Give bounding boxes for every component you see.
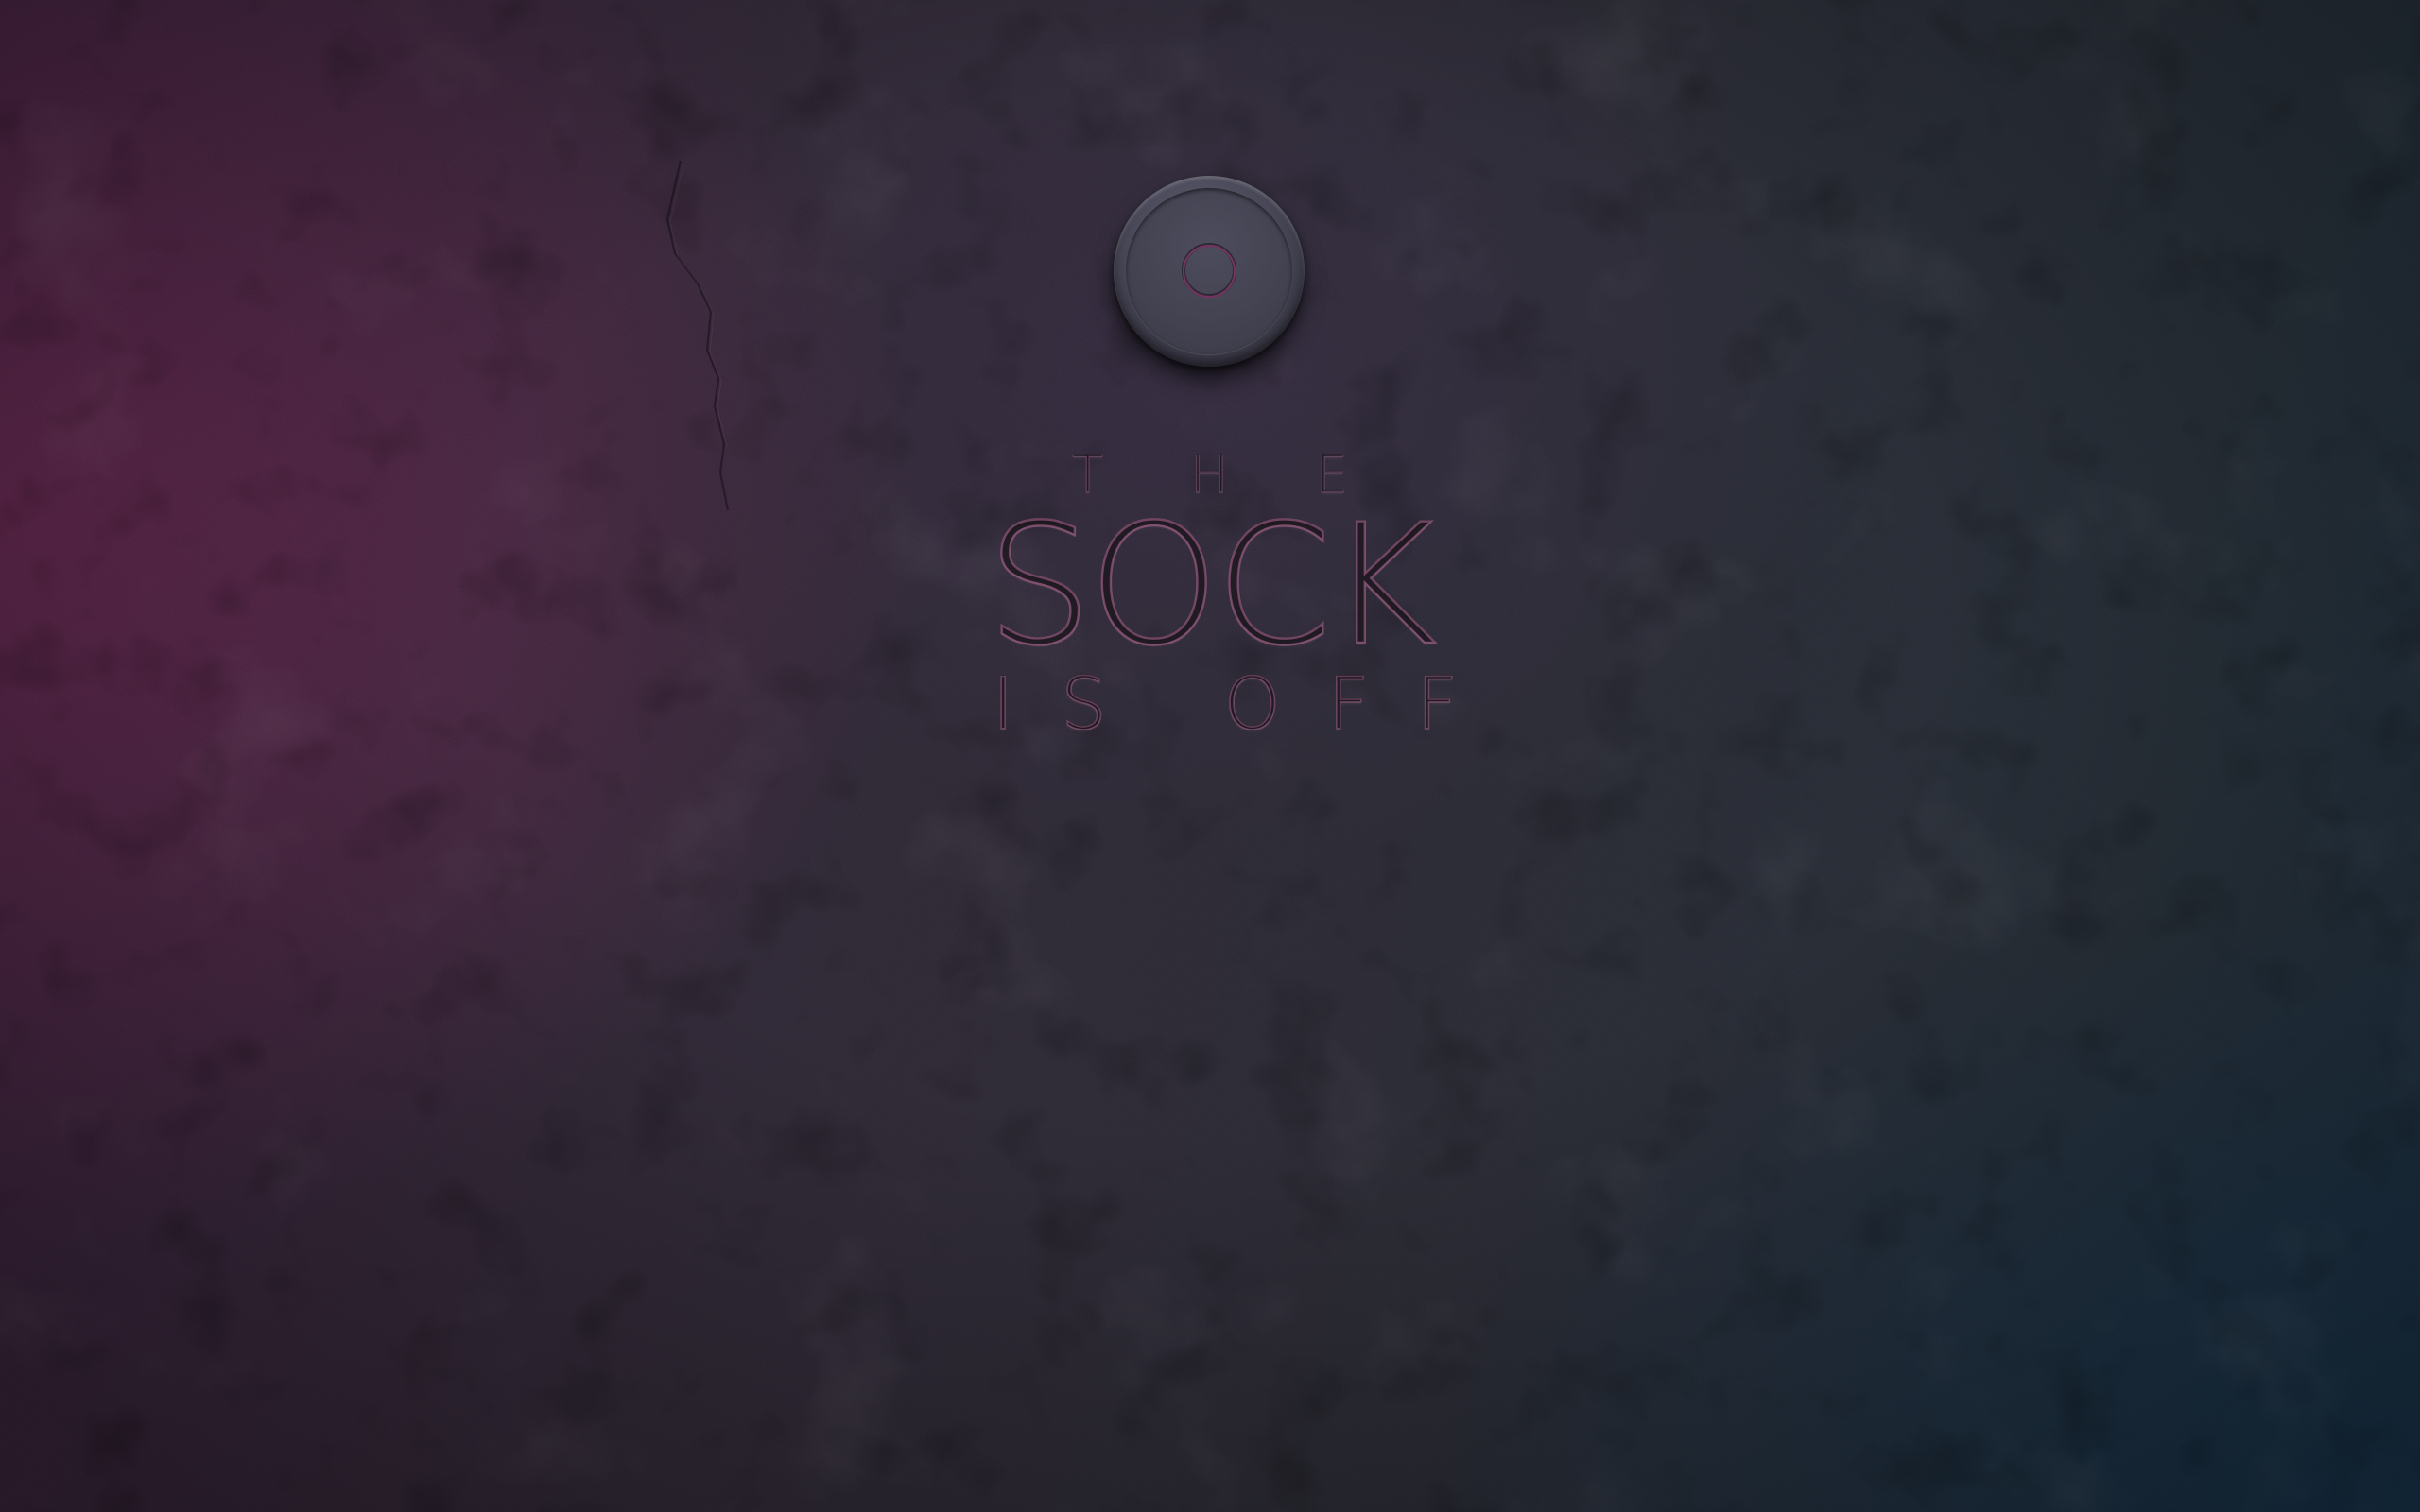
power-button[interactable]	[1114, 176, 1305, 367]
power-button-face[interactable]	[1126, 188, 1292, 354]
title-line-sock: SOCK	[986, 489, 1439, 682]
power-ring-icon	[1182, 243, 1236, 299]
sock-status-title: THE SOCK IS OFF	[945, 442, 1475, 747]
title-line-is-off: IS OFF	[992, 661, 1506, 747]
